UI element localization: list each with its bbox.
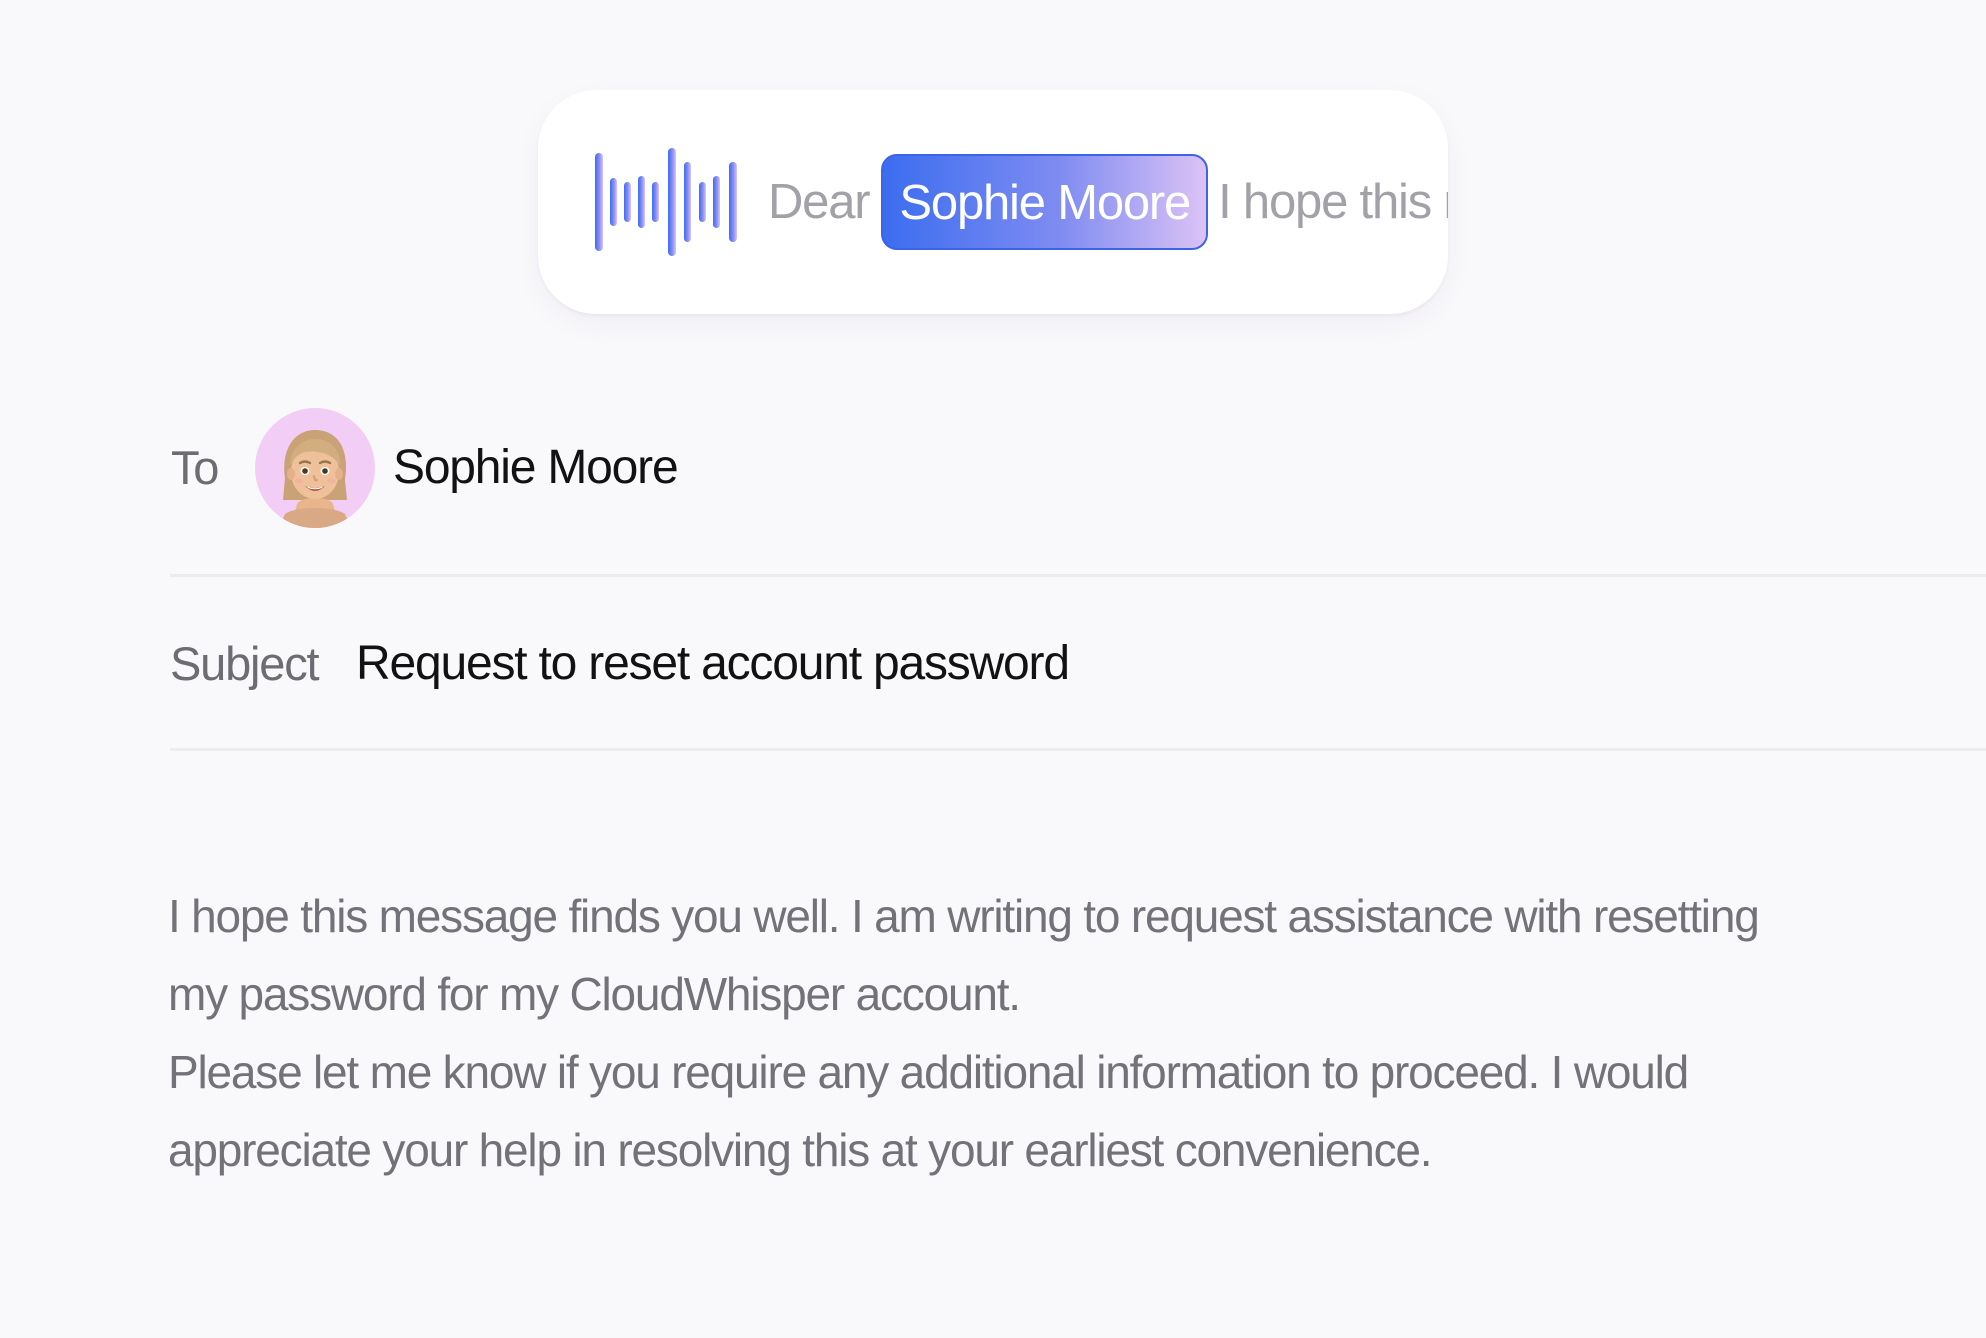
memoji-avatar — [279, 430, 351, 528]
divider — [170, 748, 1986, 751]
recipient-name[interactable]: Sophie Moore — [393, 440, 679, 495]
highlighted-name-chip[interactable]: Sophie Moore — [881, 154, 1209, 250]
subject-field[interactable]: Request to reset account password — [356, 636, 1070, 691]
dictation-transcript: Dear Sophie Moore I hope this m — [768, 90, 1448, 314]
message-paragraph-1: I hope this message finds you well. I am… — [168, 890, 1760, 1020]
to-label: To — [171, 441, 219, 494]
subject-label: Subject — [170, 637, 320, 690]
dictation-greeting: Dear — [768, 175, 871, 229]
dictation-pill: Dear Sophie Moore I hope this m — [538, 90, 1448, 314]
dictation-continuation: I hope this m — [1218, 175, 1448, 229]
recipient-avatar[interactable] — [255, 408, 375, 528]
message-body[interactable]: I hope this message finds you well. I am… — [168, 877, 1828, 1189]
waveform-icon — [595, 148, 737, 256]
divider — [170, 574, 1986, 577]
message-paragraph-2: Please let me know if you require any ad… — [168, 1046, 1689, 1176]
